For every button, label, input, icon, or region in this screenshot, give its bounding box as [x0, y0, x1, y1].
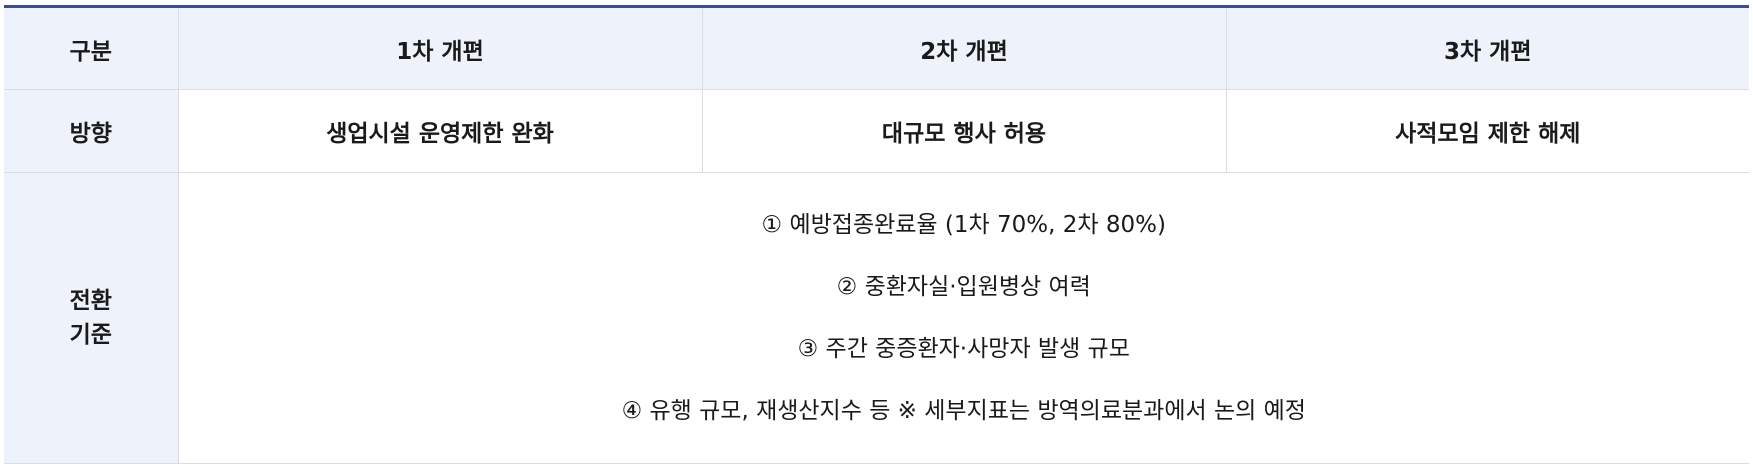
direction-label-cell: 방향 — [4, 89, 179, 173]
direction-phase-2: 대규모 행사 허용 — [701, 89, 1227, 173]
table-header-row: 구분 1차 개편 2차 개편 3차 개편 — [4, 8, 1749, 90]
criteria-list: ① 예방접종완료율 (1차 70%, 2차 80%) ② 중환자실·입원병상 여… — [179, 194, 1750, 442]
reform-criteria-table-container: 구분 1차 개편 2차 개편 3차 개편 방향 생업시설 운영제한 완화 대규모… — [0, 0, 1753, 474]
header-label-cell: 구분 — [4, 8, 179, 90]
header-phase-2: 2차 개편 — [701, 8, 1227, 90]
direction-phase-3: 사적모임 제한 해제 — [1225, 89, 1749, 173]
header-phase-1: 1차 개편 — [177, 8, 703, 90]
criteria-row: 전환 기준 ① 예방접종완료율 (1차 70%, 2차 80%) ② 중환자실·… — [4, 172, 1750, 464]
criteria-content-cell: ① 예방접종완료율 (1차 70%, 2차 80%) ② 중환자실·입원병상 여… — [177, 172, 1750, 464]
criteria-item-1: ① 예방접종완료율 (1차 70%, 2차 80%) — [761, 212, 1166, 238]
direction-phase-1: 생업시설 운영제한 완화 — [177, 89, 703, 173]
criteria-item-2: ② 중환자실·입원병상 여력 — [836, 274, 1091, 300]
criteria-item-3: ③ 주간 중증환자·사망자 발생 규모 — [797, 336, 1130, 362]
criteria-item-4: ④ 유행 규모, 재생산지수 등 ※ 세부지표는 방역의료분과에서 논의 예정 — [621, 398, 1306, 424]
criteria-label-line-1: 전환 — [69, 288, 112, 314]
reform-criteria-table: 구분 1차 개편 2차 개편 3차 개편 방향 생업시설 운영제한 완화 대규모… — [4, 8, 1749, 464]
criteria-label-line-2: 기준 — [69, 322, 112, 348]
criteria-label-cell: 전환 기준 — [4, 172, 179, 464]
direction-row: 방향 생업시설 운영제한 완화 대규모 행사 허용 사적모임 제한 해제 — [4, 89, 1749, 173]
header-phase-3: 3차 개편 — [1225, 8, 1749, 90]
